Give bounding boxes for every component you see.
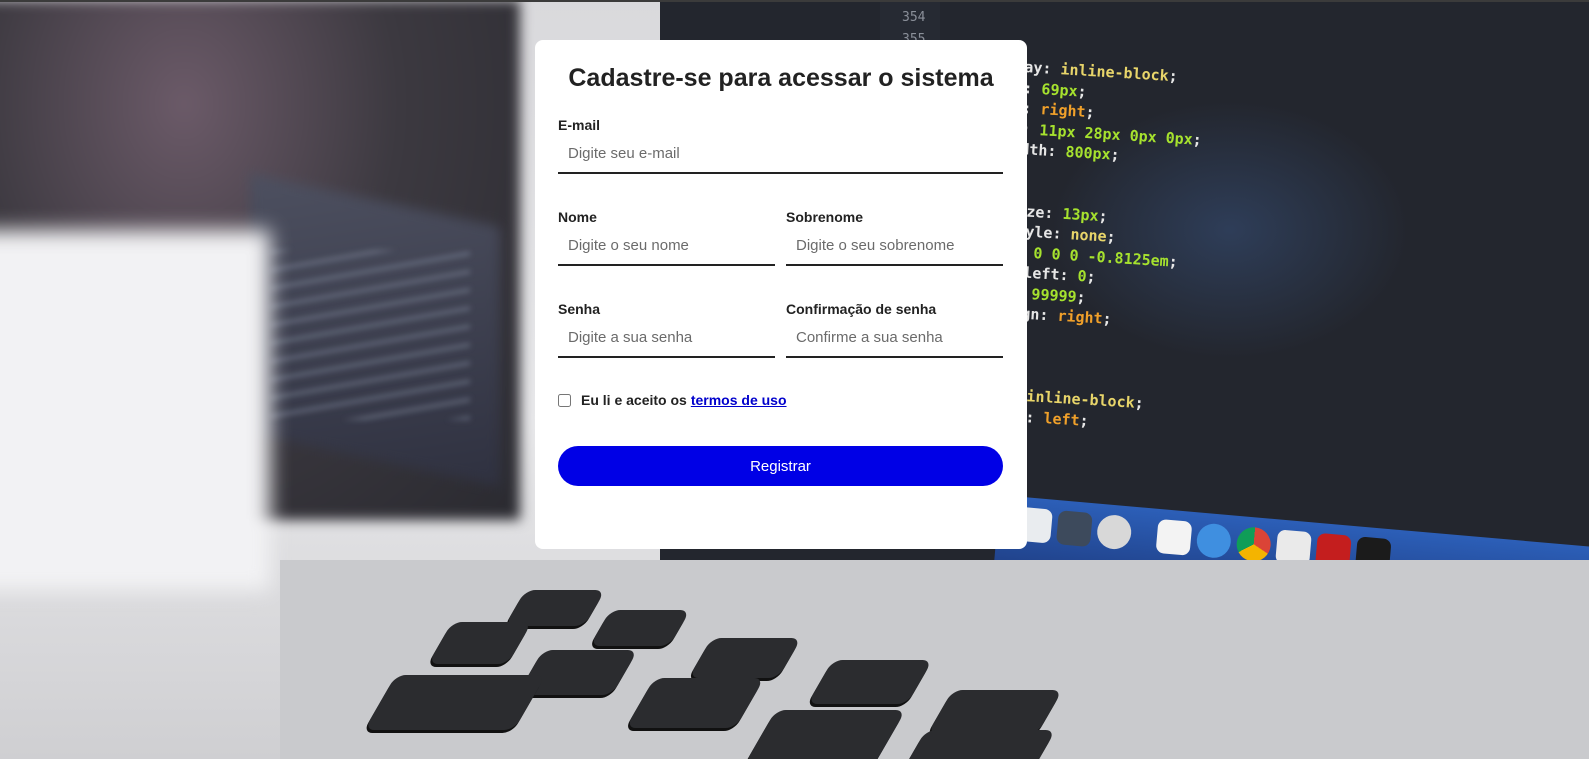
password-input[interactable] <box>558 323 775 358</box>
keyboard-key <box>364 675 546 730</box>
top-border <box>0 0 1589 2</box>
register-form-card: Cadastre-se para acessar o sistema E-mai… <box>535 40 1027 549</box>
first-name-label: Nome <box>558 209 597 225</box>
password-confirm-field-group: Confirmação de senha <box>786 301 1003 358</box>
password-field-group: Senha <box>558 301 775 358</box>
email-label: E-mail <box>558 117 601 133</box>
register-button[interactable]: Registrar <box>558 446 1003 486</box>
last-name-label: Sobrenome <box>786 209 864 225</box>
keyboard-key <box>744 710 906 759</box>
last-name-field-group: Sobrenome <box>786 209 1003 266</box>
terms-link[interactable]: termos de uso <box>691 392 787 408</box>
password-confirm-label: Confirmação de senha <box>786 301 937 317</box>
laptop-keyboard <box>280 560 1589 759</box>
dock-safari-icon <box>1195 522 1233 560</box>
code-line: : 69px; <box>1022 78 1088 101</box>
keyboard-key <box>504 590 606 626</box>
line-number: 354 <box>902 10 926 25</box>
form-title: Cadastre-se para acessar o sistema <box>568 64 994 92</box>
blurred-display-lines <box>270 250 470 420</box>
first-name-input[interactable] <box>558 231 775 266</box>
email-input[interactable] <box>558 139 1003 174</box>
keyboard-key <box>807 660 933 704</box>
terms-checkbox[interactable] <box>558 393 571 407</box>
email-field-group: E-mail <box>558 117 1003 174</box>
keyboard-key <box>894 730 1056 759</box>
keyboard-key <box>688 638 802 678</box>
dock-chrome-icon <box>1235 525 1273 563</box>
first-name-field-group: Nome <box>558 209 775 266</box>
terms-row: Eu li e aceito os termos de uso <box>558 392 787 408</box>
keyboard-key <box>427 622 533 664</box>
dock-settings-icon <box>1095 513 1133 551</box>
keyboard-key <box>625 678 765 728</box>
terms-text: Eu li e aceito os <box>581 392 687 408</box>
blurred-laptop-body <box>0 230 270 590</box>
dock-app-icon <box>1155 518 1193 556</box>
keyboard-key <box>927 690 1063 734</box>
password-confirm-input[interactable] <box>786 323 1003 358</box>
last-name-input[interactable] <box>786 231 1003 266</box>
dock-app-icon <box>1055 510 1093 548</box>
password-label: Senha <box>558 301 601 317</box>
keyboard-key <box>589 610 691 646</box>
